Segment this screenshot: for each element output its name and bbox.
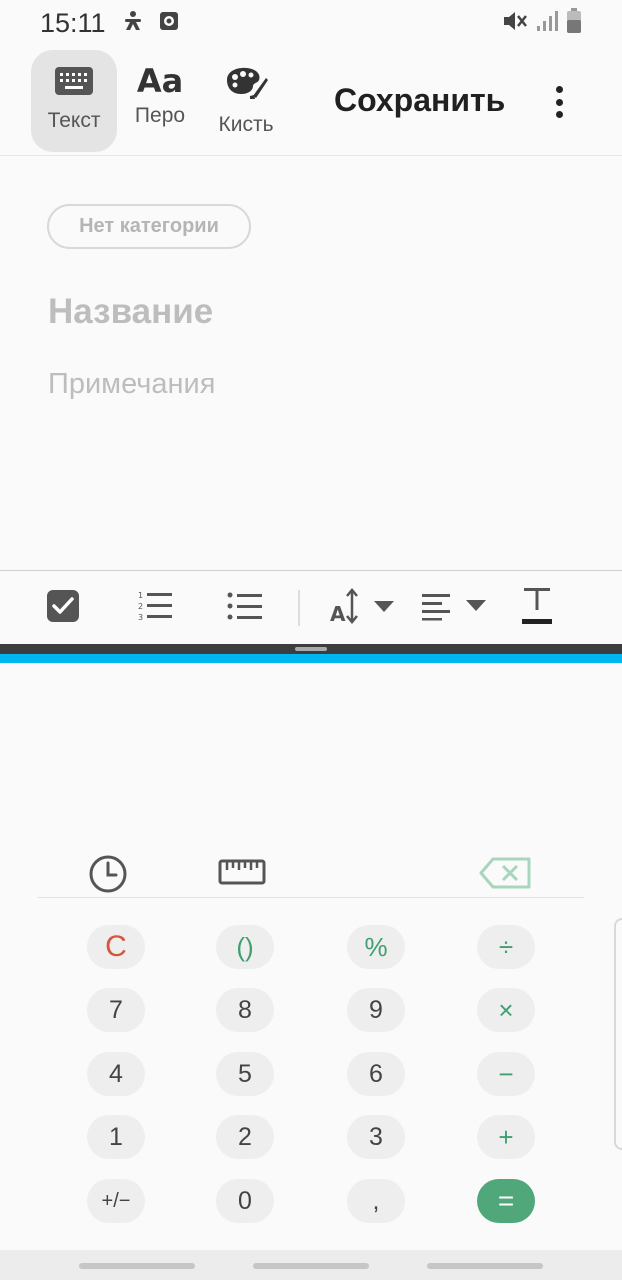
- ruler-icon[interactable]: [218, 858, 266, 891]
- parentheses-key[interactable]: (): [216, 925, 274, 969]
- digit-7-key[interactable]: 7: [87, 988, 145, 1032]
- text-size-button[interactable]: A: [326, 571, 396, 645]
- history-icon[interactable]: [88, 854, 128, 899]
- format-toolbar: 1 2 3 A: [0, 570, 622, 644]
- svg-text:1: 1: [138, 591, 143, 600]
- nav-recents-button[interactable]: [79, 1263, 195, 1269]
- digit-3-key[interactable]: 3: [347, 1115, 405, 1159]
- svg-text:3: 3: [138, 613, 143, 622]
- signal-icon: [536, 9, 558, 38]
- mute-icon: [502, 9, 528, 38]
- save-button[interactable]: Сохранить: [334, 82, 505, 119]
- bulleted-list-icon: [227, 591, 263, 626]
- digit-8-key[interactable]: 8: [216, 988, 274, 1032]
- text-mode-label: Текст: [47, 109, 101, 132]
- clear-key[interactable]: C: [87, 925, 145, 969]
- decimal-key[interactable]: ,: [347, 1179, 405, 1223]
- text-size-icon: A: [326, 587, 396, 630]
- pen-mode-label: Перо: [134, 104, 186, 127]
- status-time: 15:11: [40, 7, 106, 38]
- percent-key[interactable]: %: [347, 925, 405, 969]
- backspace-icon[interactable]: [479, 856, 533, 895]
- plus-minus-key[interactable]: +/−: [87, 1179, 145, 1223]
- notes-field[interactable]: Примечания: [48, 368, 215, 401]
- svg-text:A: A: [330, 602, 346, 625]
- palette-brush-icon: [223, 66, 269, 105]
- category-chip[interactable]: Нет категории: [47, 204, 251, 249]
- text-color-button[interactable]: [516, 571, 558, 645]
- plus-key[interactable]: +: [477, 1115, 535, 1159]
- digit-2-key[interactable]: 2: [216, 1115, 274, 1159]
- align-left-icon: [420, 591, 490, 626]
- media-icon: [158, 10, 180, 37]
- digit-6-key[interactable]: 6: [347, 1052, 405, 1096]
- equals-key[interactable]: =: [477, 1179, 535, 1223]
- multiply-key[interactable]: ×: [477, 988, 535, 1032]
- checkbox-button[interactable]: [40, 571, 86, 645]
- nav-home-button[interactable]: [253, 1263, 369, 1269]
- split-accent-bar: [0, 654, 622, 663]
- edge-panel-handle[interactable]: [614, 918, 622, 1150]
- font-aa-icon: Aa: [136, 62, 184, 100]
- svg-text:2: 2: [138, 602, 143, 611]
- numbered-list-icon: 1 2 3: [137, 590, 173, 627]
- keyboard-icon: [54, 66, 94, 101]
- status-right-icons: [502, 7, 582, 39]
- accessibility-icon: [122, 10, 144, 37]
- editor-toolbar: Текст Aa Перо Кисть Сохранить: [0, 48, 622, 156]
- digit-1-key[interactable]: 1: [87, 1115, 145, 1159]
- navigation-bar: [0, 1250, 622, 1280]
- checkbox-icon: [46, 589, 80, 628]
- digit-9-key[interactable]: 9: [347, 988, 405, 1032]
- more-options-icon[interactable]: [544, 82, 574, 122]
- text-align-button[interactable]: [420, 571, 490, 645]
- pen-mode-button[interactable]: Aa Перо: [117, 50, 203, 152]
- calculator-divider: [38, 897, 584, 898]
- toolbar-divider: [298, 590, 300, 626]
- split-view-divider[interactable]: [0, 644, 622, 654]
- bulleted-list-button[interactable]: [222, 571, 268, 645]
- numbered-list-button[interactable]: 1 2 3: [132, 571, 178, 645]
- text-mode-button[interactable]: Текст: [31, 50, 117, 152]
- brush-mode-label: Кисть: [218, 113, 274, 136]
- calculator-toolbar: [0, 850, 622, 898]
- screen: 15:11 Текст Aa Перо Кисть Сохранить Нет …: [0, 0, 622, 1280]
- digit-4-key[interactable]: 4: [87, 1052, 145, 1096]
- digit-0-key[interactable]: 0: [216, 1179, 274, 1223]
- status-left-icons: [122, 10, 180, 37]
- brush-mode-button[interactable]: Кисть: [203, 50, 289, 152]
- divide-key[interactable]: ÷: [477, 925, 535, 969]
- battery-icon: [566, 7, 582, 39]
- text-color-icon: [521, 586, 553, 631]
- nav-back-button[interactable]: [427, 1263, 543, 1269]
- title-field[interactable]: Название: [48, 292, 213, 332]
- minus-key[interactable]: −: [477, 1052, 535, 1096]
- digit-5-key[interactable]: 5: [216, 1052, 274, 1096]
- status-bar: 15:11: [0, 0, 622, 46]
- split-handle[interactable]: [295, 647, 327, 651]
